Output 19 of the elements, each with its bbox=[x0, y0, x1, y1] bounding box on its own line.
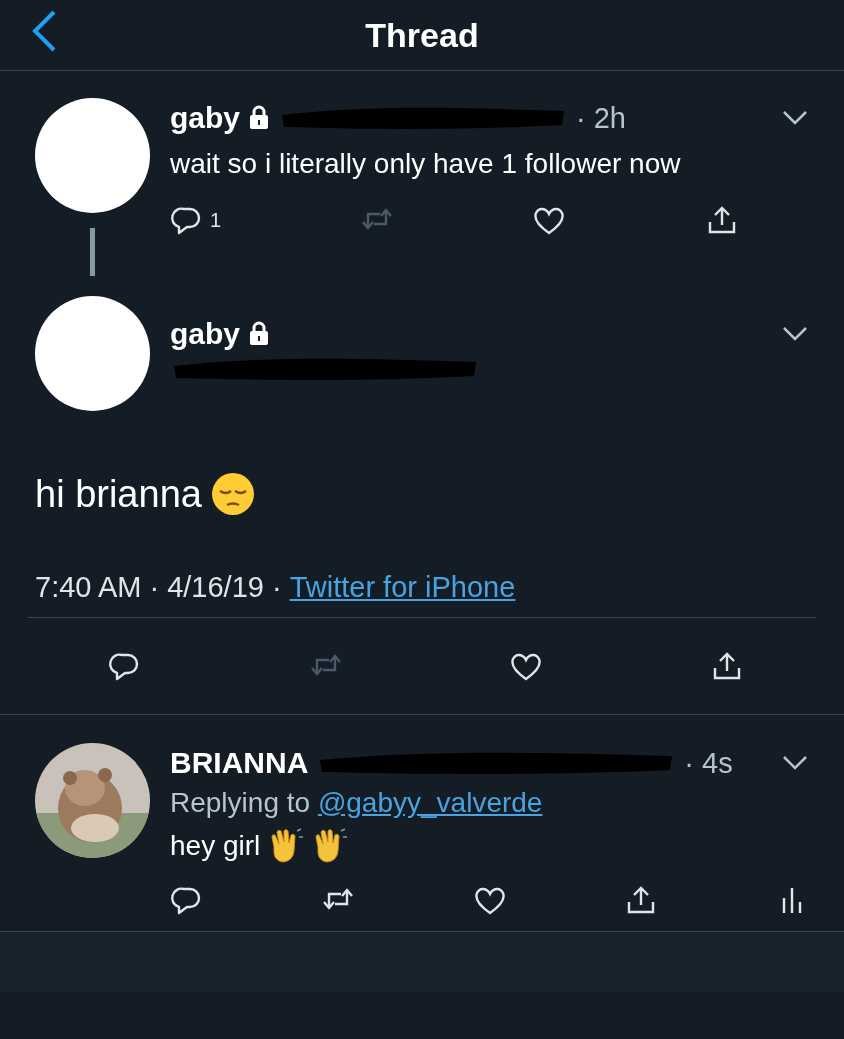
reply-count: 1 bbox=[210, 208, 222, 232]
timestamp: · 4s bbox=[684, 746, 733, 780]
replying-to-text: Replying to @gabyy_valverde bbox=[170, 787, 544, 819]
chevron-down-icon[interactable] bbox=[781, 109, 809, 127]
back-icon[interactable] bbox=[30, 8, 58, 54]
tweet-text: hi brianna bbox=[35, 472, 202, 516]
user-name: gaby bbox=[170, 317, 241, 351]
timestamp: · 2h bbox=[576, 101, 626, 135]
user-name: BRIANNA bbox=[170, 746, 309, 780]
tweet-text: hey girl bbox=[170, 829, 261, 863]
sad-face-icon bbox=[209, 471, 256, 517]
chevron-down-icon[interactable] bbox=[781, 325, 809, 343]
user-name: gaby bbox=[170, 101, 241, 135]
source-link[interactable]: Twitter for iPhone bbox=[289, 570, 516, 604]
tweet-meta: 7:40 AM · 4/16/19 · bbox=[35, 570, 282, 604]
chevron-down-icon[interactable] bbox=[781, 754, 809, 772]
page-title: Thread bbox=[365, 15, 479, 55]
tweet-text: wait so i literally only have 1 follower now bbox=[170, 147, 681, 181]
mention-link[interactable]: @gabyy_valverde bbox=[317, 787, 543, 818]
